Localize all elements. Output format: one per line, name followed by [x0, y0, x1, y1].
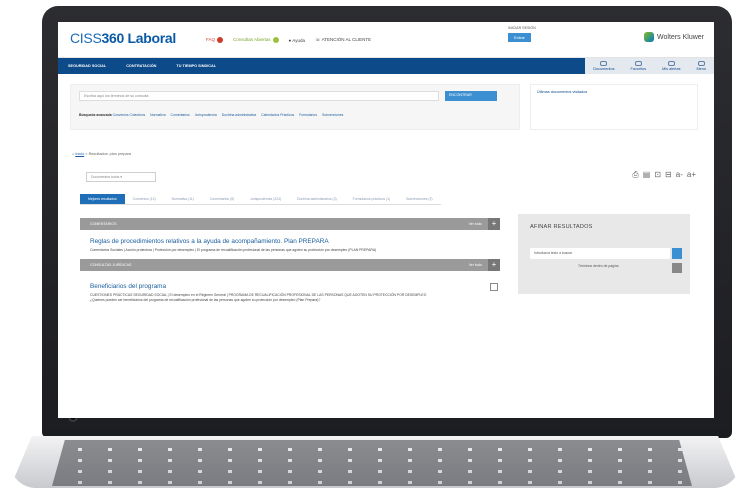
section-header: CONSULTAS JURÍDICAS Ver todo +	[80, 259, 500, 271]
tab-normativa[interactable]: Normativa (11)	[163, 194, 202, 205]
login-label: INICIAR SESIÓN	[508, 26, 536, 30]
quick-link-calendarios[interactable]: Calendarios Prácticos	[261, 113, 294, 117]
refine-input[interactable]: Introduzca texto a buscar	[530, 248, 670, 259]
see-all-link[interactable]: Ver todo	[469, 263, 482, 267]
keyboard	[52, 440, 692, 486]
faq-icon	[217, 37, 224, 43]
search-button[interactable]: ENCONTRAR	[445, 91, 497, 101]
login-button[interactable]: Entrar	[508, 33, 531, 42]
results-list: COMENTARIOS Ver todo + Reglas de procedi…	[80, 218, 500, 309]
quick-link-normativa[interactable]: Normativa	[150, 113, 165, 117]
result-question: ¿Quiénes pueden ser beneficiarios del pr…	[90, 298, 321, 302]
tab-doctrina[interactable]: Doctrina administrativa (3)	[289, 194, 345, 205]
search-box: Escriba aquí los términos de su consulta…	[70, 84, 520, 130]
see-all-link[interactable]: Ver todo	[469, 222, 482, 226]
quick-link-formularios[interactable]: Formularios	[299, 113, 317, 117]
support-link[interactable]: ☏ ATENCIÓN AL CLIENTE	[315, 37, 371, 43]
refine-title: AFINAR RESULTADOS	[530, 224, 593, 230]
expand-icon[interactable]: +	[488, 259, 500, 271]
refine-option-toggle[interactable]	[672, 263, 682, 273]
quick-link-doctrina[interactable]: Doctrina administrativa	[222, 113, 256, 117]
result-title[interactable]: Beneficiarios del programa	[90, 283, 490, 290]
save-icon[interactable]: ▤	[643, 170, 651, 180]
breadcrumb-current: Resultados: plan prepara	[88, 152, 131, 156]
quick-link-subvenciones[interactable]: Subvenciones	[322, 113, 343, 117]
top-bar: CISS360 Laboral FAQ Consultas Abiertas ●…	[58, 22, 714, 58]
breadcrumb-home[interactable]: Inicio	[75, 152, 84, 156]
result-item: Reglas de procedimientos relativos a la …	[80, 230, 500, 259]
font-increase-icon[interactable]: a+	[687, 170, 696, 180]
favorites-icon	[634, 61, 642, 66]
top-links: FAQ Consultas Abiertas ● Ayuda ☏ ATENCIÓ…	[206, 37, 371, 43]
tab-mejores-resultados[interactable]: Mejores resultados	[80, 194, 125, 205]
last-visited-panel: Últimas documentos visitados	[530, 84, 698, 130]
nav-item-seguridad-social[interactable]: SEGURIDAD SOCIAL	[58, 64, 116, 68]
partner-logo: Wolters Kluwer	[644, 32, 704, 42]
quick-link-jurisprudencia[interactable]: Jurisprudencia	[195, 113, 217, 117]
consultations-icon	[272, 37, 279, 43]
nav-item-favoritos[interactable]: Favoritos	[623, 58, 655, 74]
nav-item-documentos[interactable]: Documentos	[585, 58, 622, 74]
tab-subvenciones[interactable]: Subvenciones (2)	[398, 194, 441, 205]
document-icon[interactable]	[490, 283, 498, 291]
section-header: COMENTARIOS Ver todo +	[80, 218, 500, 230]
quick-links: Búsqueda avanzada Convenios Colectivos N…	[79, 113, 347, 117]
nav-item-contratacion[interactable]: CONTRATACIÓN	[116, 64, 166, 68]
search-area: Escriba aquí los términos de su consulta…	[58, 74, 714, 134]
user-nav: Documentos Favoritos Mis alertas Menú	[585, 58, 714, 74]
breadcrumb: ⌂ Inicio > Resultados: plan prepara	[72, 152, 131, 156]
main-nav: SEGURIDAD SOCIAL CONTRATACIÓN TU TIEMPO …	[58, 58, 714, 74]
wolters-kluwer-icon	[644, 32, 655, 42]
alerts-icon	[667, 61, 675, 66]
tab-convenios[interactable]: Convenios (12)	[124, 194, 164, 205]
tab-comentarios[interactable]: Comentarios (5)	[201, 194, 243, 205]
quick-link-comentarios[interactable]: Comentarios	[171, 113, 190, 117]
expand-icon[interactable]: +	[488, 218, 500, 230]
quick-link-convenios[interactable]: Convenios Colectivos	[113, 113, 146, 117]
documents-icon	[600, 61, 608, 66]
tab-formularios[interactable]: Formularios prácticos (1)	[344, 194, 399, 205]
advanced-search-link[interactable]: Búsqueda avanzada	[79, 113, 112, 117]
search-input[interactable]: Escriba aquí los términos de su consulta	[79, 91, 439, 101]
share-icon[interactable]: ⊟	[665, 170, 672, 180]
nav-item-tiempo-sindical[interactable]: TU TIEMPO SINDICAL	[166, 64, 226, 68]
brand-logo[interactable]: CISS360 Laboral	[70, 30, 176, 46]
last-visited-title: Últimas documentos visitados	[537, 90, 588, 94]
help-link[interactable]: ● Ayuda	[289, 38, 305, 43]
font-decrease-icon[interactable]: a-	[676, 170, 683, 180]
open-consultations-link[interactable]: Consultas Abiertas	[233, 37, 279, 43]
refine-panel: AFINAR RESULTADOS Introduzca texto a bus…	[518, 214, 690, 294]
refine-option: Términos dentro de página	[578, 264, 619, 268]
tab-jurisprudencia[interactable]: Jurisprudencia (224)	[242, 194, 290, 205]
result-item: Beneficiarios del programa CUESTIONES PR…	[80, 271, 500, 309]
screen: CISS360 Laboral FAQ Consultas Abiertas ●…	[58, 22, 714, 418]
faq-link[interactable]: FAQ	[206, 37, 224, 43]
document-filter-select[interactable]: Documentos todos ▾	[86, 172, 156, 182]
login-panel: INICIAR SESIÓN Entrar	[508, 26, 598, 42]
export-icon[interactable]: ⊡	[654, 170, 661, 180]
result-snippet: Comentarios Sociales | Acción protectora…	[90, 248, 377, 252]
nav-item-menu[interactable]: Menú	[689, 58, 715, 74]
refine-search-button[interactable]	[672, 248, 682, 259]
result-title[interactable]: Reglas de procedimientos relativos a la …	[90, 238, 490, 245]
result-tabs: Mejores resultados Convenios (12) Normat…	[80, 194, 441, 205]
toolbar: ⎙ ▤ ⊡ ⊟ a- a+	[632, 170, 696, 180]
print-icon[interactable]: ⎙	[632, 170, 638, 180]
nav-item-alertas[interactable]: Mis alertas	[654, 58, 688, 74]
menu-icon	[697, 61, 705, 66]
